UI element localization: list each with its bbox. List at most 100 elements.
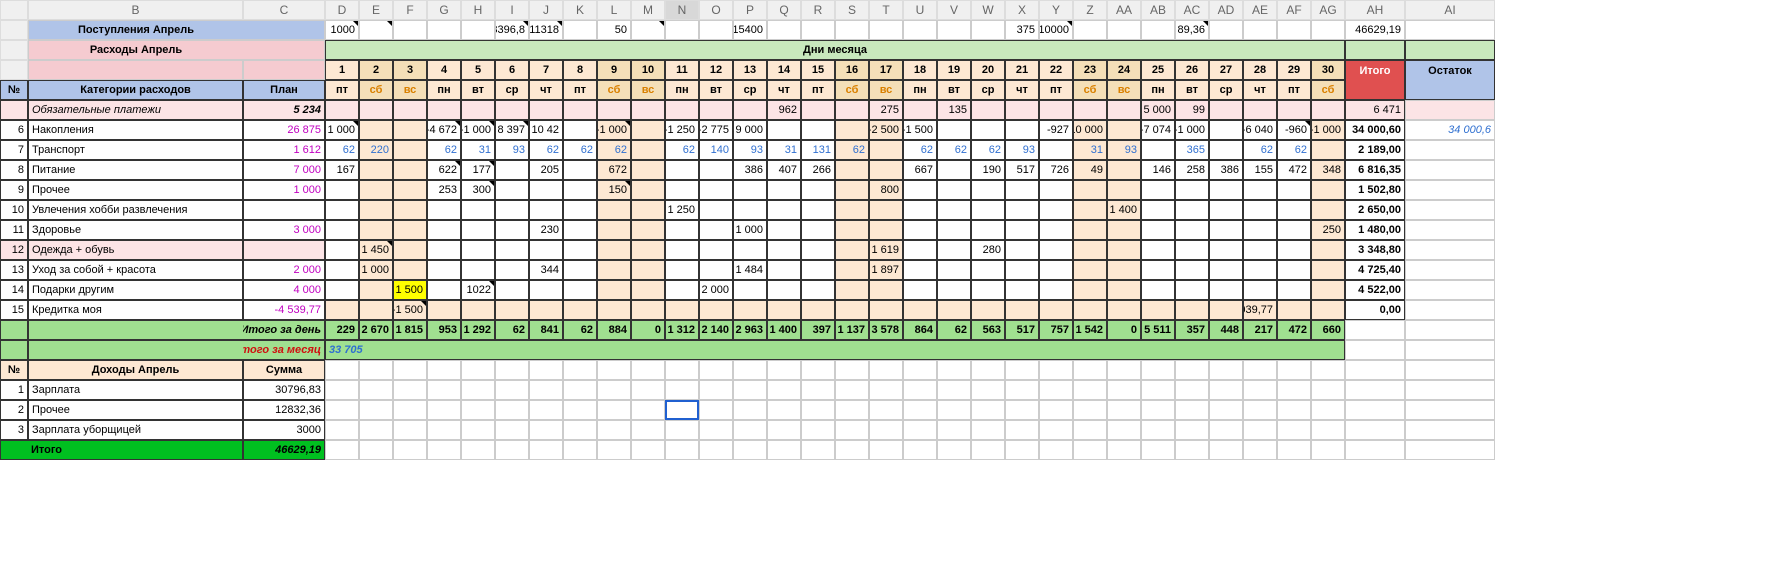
- cell[interactable]: [1107, 300, 1141, 320]
- cell[interactable]: [903, 200, 937, 220]
- cell[interactable]: [359, 300, 393, 320]
- cell[interactable]: [1277, 20, 1311, 40]
- cell[interactable]: [835, 280, 869, 300]
- cell[interactable]: [495, 400, 529, 420]
- cell[interactable]: [393, 260, 427, 280]
- day-num[interactable]: 4: [427, 60, 461, 80]
- cell[interactable]: [1311, 280, 1345, 300]
- cell[interactable]: 1 619: [869, 240, 903, 260]
- cell[interactable]: [1405, 80, 1495, 100]
- cell[interactable]: [937, 120, 971, 140]
- cell[interactable]: [869, 200, 903, 220]
- dow[interactable]: пн: [1141, 80, 1175, 100]
- cell[interactable]: [699, 220, 733, 240]
- cell[interactable]: [1039, 240, 1073, 260]
- cell[interactable]: [631, 160, 665, 180]
- cell[interactable]: 472: [1277, 160, 1311, 180]
- cell[interactable]: [243, 40, 325, 60]
- cell[interactable]: 135: [937, 100, 971, 120]
- day-total[interactable]: 62: [563, 320, 597, 340]
- day-total[interactable]: 1 542: [1073, 320, 1107, 340]
- cell[interactable]: [427, 260, 461, 280]
- cell[interactable]: [359, 280, 393, 300]
- cell[interactable]: [801, 120, 835, 140]
- cell[interactable]: 386: [733, 160, 767, 180]
- cell[interactable]: [359, 200, 393, 220]
- col-AH[interactable]: AH: [1345, 0, 1405, 20]
- cell[interactable]: [563, 200, 597, 220]
- cell[interactable]: [1277, 220, 1311, 240]
- cell[interactable]: [631, 260, 665, 280]
- mandatory-label[interactable]: Обязательные платежи: [28, 100, 243, 120]
- cell[interactable]: 6: [0, 120, 28, 140]
- day-total[interactable]: 884: [597, 320, 631, 340]
- cell[interactable]: 155: [1243, 160, 1277, 180]
- cell[interactable]: [1345, 420, 1405, 440]
- dow[interactable]: вт: [461, 80, 495, 100]
- cell[interactable]: [1311, 200, 1345, 220]
- cell[interactable]: [359, 360, 393, 380]
- cell[interactable]: [1175, 260, 1209, 280]
- day-total[interactable]: 517: [1005, 320, 1039, 340]
- cell[interactable]: [563, 360, 597, 380]
- cell[interactable]: 177: [461, 160, 495, 180]
- cell[interactable]: [1141, 200, 1175, 220]
- no-header[interactable]: №: [0, 360, 28, 380]
- cell[interactable]: [1005, 280, 1039, 300]
- cell[interactable]: [665, 260, 699, 280]
- col-AC[interactable]: AC: [1175, 0, 1209, 20]
- cell[interactable]: [427, 100, 461, 120]
- dow[interactable]: сб: [597, 80, 631, 100]
- cell[interactable]: 280: [971, 240, 1005, 260]
- cell[interactable]: 1 000: [733, 220, 767, 240]
- cell[interactable]: [699, 440, 733, 460]
- cell[interactable]: [733, 280, 767, 300]
- day-total[interactable]: 217: [1243, 320, 1277, 340]
- cell[interactable]: [1243, 280, 1277, 300]
- cell[interactable]: [971, 100, 1005, 120]
- cell[interactable]: [971, 380, 1005, 400]
- col-J[interactable]: J: [529, 0, 563, 20]
- cell[interactable]: [665, 240, 699, 260]
- cell[interactable]: 93: [1107, 140, 1141, 160]
- col-AG[interactable]: AG: [1311, 0, 1345, 20]
- cell[interactable]: [427, 280, 461, 300]
- cell[interactable]: [597, 200, 631, 220]
- cell[interactable]: 9 000: [733, 120, 767, 140]
- income-sum[interactable]: 30796,83: [243, 380, 325, 400]
- cell[interactable]: [529, 180, 563, 200]
- cell[interactable]: 15: [0, 300, 28, 320]
- cell[interactable]: [1209, 260, 1243, 280]
- cell[interactable]: [631, 400, 665, 420]
- cell[interactable]: [563, 220, 597, 240]
- cell[interactable]: [1005, 240, 1039, 260]
- cell[interactable]: [971, 360, 1005, 380]
- cell[interactable]: [1039, 380, 1073, 400]
- cell[interactable]: [1107, 120, 1141, 140]
- day-total[interactable]: 1 400: [767, 320, 801, 340]
- cell[interactable]: [971, 420, 1005, 440]
- cell[interactable]: [427, 440, 461, 460]
- days-title[interactable]: Дни месяца: [325, 40, 1345, 60]
- cell[interactable]: [1311, 440, 1345, 460]
- cell[interactable]: [835, 120, 869, 140]
- category-name[interactable]: Транспорт: [28, 140, 243, 160]
- cell[interactable]: [597, 100, 631, 120]
- cell[interactable]: [699, 400, 733, 420]
- cell[interactable]: [1005, 440, 1039, 460]
- cell[interactable]: [835, 160, 869, 180]
- cell[interactable]: [1175, 220, 1209, 240]
- cell[interactable]: [1345, 320, 1405, 340]
- cell[interactable]: [495, 440, 529, 460]
- row-total[interactable]: 4 522,00: [1345, 280, 1405, 300]
- cell[interactable]: [869, 300, 903, 320]
- cell[interactable]: [1073, 440, 1107, 460]
- cell[interactable]: [937, 220, 971, 240]
- cell[interactable]: [699, 300, 733, 320]
- cell[interactable]: [1073, 20, 1107, 40]
- dow[interactable]: вс: [631, 80, 665, 100]
- cell[interactable]: [1073, 420, 1107, 440]
- cell[interactable]: [1243, 180, 1277, 200]
- cell[interactable]: -2 500: [869, 120, 903, 140]
- cell[interactable]: [733, 200, 767, 220]
